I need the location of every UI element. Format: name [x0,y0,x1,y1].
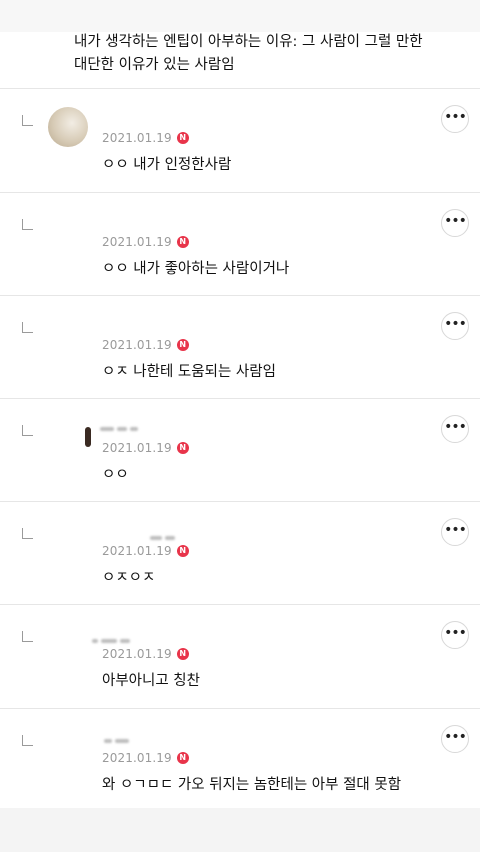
reply-meta: 2021.01.19 N [102,337,189,353]
reply-date: 2021.01.19 [102,338,172,352]
reply-item: 2021.01.19 N 와 ㅇㄱㅁㄷ 가오 뒤지는 놈한테는 아부 절대 못함… [0,709,480,812]
more-options-button[interactable]: ••• [441,415,469,443]
new-badge-icon: N [176,236,189,248]
reply-meta: 2021.01.19 N [102,130,189,146]
comment-sheet: 내가 생각하는 엔팁이 아부하는 이유: 그 사람이 그럴 만한 대단한 이유가… [0,0,480,808]
reply-text: ㅇㅇ 내가 좋아하는 사람이거나 [102,261,290,277]
reply-item: 2021.01.19 N ㅇㅇ ••• [0,399,480,502]
reply-item: 2021.01.19 N ㅇㅈㅇㅈ ••• [0,502,480,605]
new-badge-icon: N [176,545,189,557]
reply-text: ㅇㅈㅇㅈ [102,570,156,586]
new-badge-icon: N [176,442,189,454]
blurred-username [100,423,138,435]
reply-meta: 2021.01.19 N [102,646,189,662]
more-dots-icon: ••• [444,625,467,641]
reply-date: 2021.01.19 [102,235,172,249]
reply-date: 2021.01.19 [102,647,172,661]
more-dots-icon: ••• [444,213,467,229]
reply-date: 2021.01.19 [102,441,172,455]
reply-date: 2021.01.19 [102,131,172,145]
more-options-button[interactable]: ••• [441,621,469,649]
reply-text: ㅇㅈ 나한테 도움되는 사람임 [102,364,276,380]
reply-text: ㅇㅇ 내가 인정한사람 [102,157,232,173]
comment-thread-page: 내가 생각하는 엔팁이 아부하는 이유: 그 사람이 그럴 만한 대단한 이유가… [0,0,480,852]
reply-arrow-icon [22,735,33,746]
reply-date: 2021.01.19 [102,544,172,558]
more-dots-icon: ••• [444,729,467,745]
top-fade [0,0,480,32]
new-badge-icon: N [176,752,189,764]
new-badge-icon: N [176,648,189,660]
avatar[interactable] [85,427,91,447]
reply-arrow-icon [22,631,33,642]
reply-item: 2021.01.19 N 아부아니고 칭찬 ••• [0,605,480,708]
new-badge-icon: N [176,132,189,144]
more-options-button[interactable]: ••• [441,209,469,237]
reply-date: 2021.01.19 [102,751,172,765]
reply-item: 2021.01.19 N ㅇㅇ 내가 인정한사람 ••• [0,89,480,192]
avatar[interactable] [48,107,88,147]
reply-arrow-icon [22,425,33,436]
reply-arrow-icon [22,115,33,126]
reply-arrow-icon [22,219,33,230]
more-options-button[interactable]: ••• [441,312,469,340]
reply-text: ㅇㅇ [102,467,129,483]
reply-meta: 2021.01.19 N [102,543,189,559]
reply-arrow-icon [22,528,33,539]
reply-text: 아부아니고 칭찬 [102,673,200,689]
parent-comment-text: 내가 생각하는 엔팁이 아부하는 이유: 그 사람이 그럴 만한 대단한 이유가… [74,34,423,73]
reply-meta: 2021.01.19 N [102,750,189,766]
more-dots-icon: ••• [444,419,467,435]
reply-meta: 2021.01.19 N [102,234,189,250]
more-options-button[interactable]: ••• [441,518,469,546]
more-options-button[interactable]: ••• [441,725,469,753]
blurred-username [104,735,129,747]
reply-item: 2021.01.19 N ㅇㅇ 내가 좋아하는 사람이거나 ••• [0,193,480,296]
reply-item: 2021.01.19 N ㅇㅈ 나한테 도움되는 사람임 ••• [0,296,480,399]
reply-text: 와 ㅇㄱㅁㄷ 가오 뒤지는 놈한테는 아부 절대 못함 [102,777,402,793]
more-dots-icon: ••• [444,316,467,332]
more-dots-icon: ••• [444,522,467,538]
more-dots-icon: ••• [444,109,467,125]
reply-arrow-icon [22,322,33,333]
reply-meta: 2021.01.19 N [102,440,189,456]
more-options-button[interactable]: ••• [441,105,469,133]
new-badge-icon: N [176,339,189,351]
